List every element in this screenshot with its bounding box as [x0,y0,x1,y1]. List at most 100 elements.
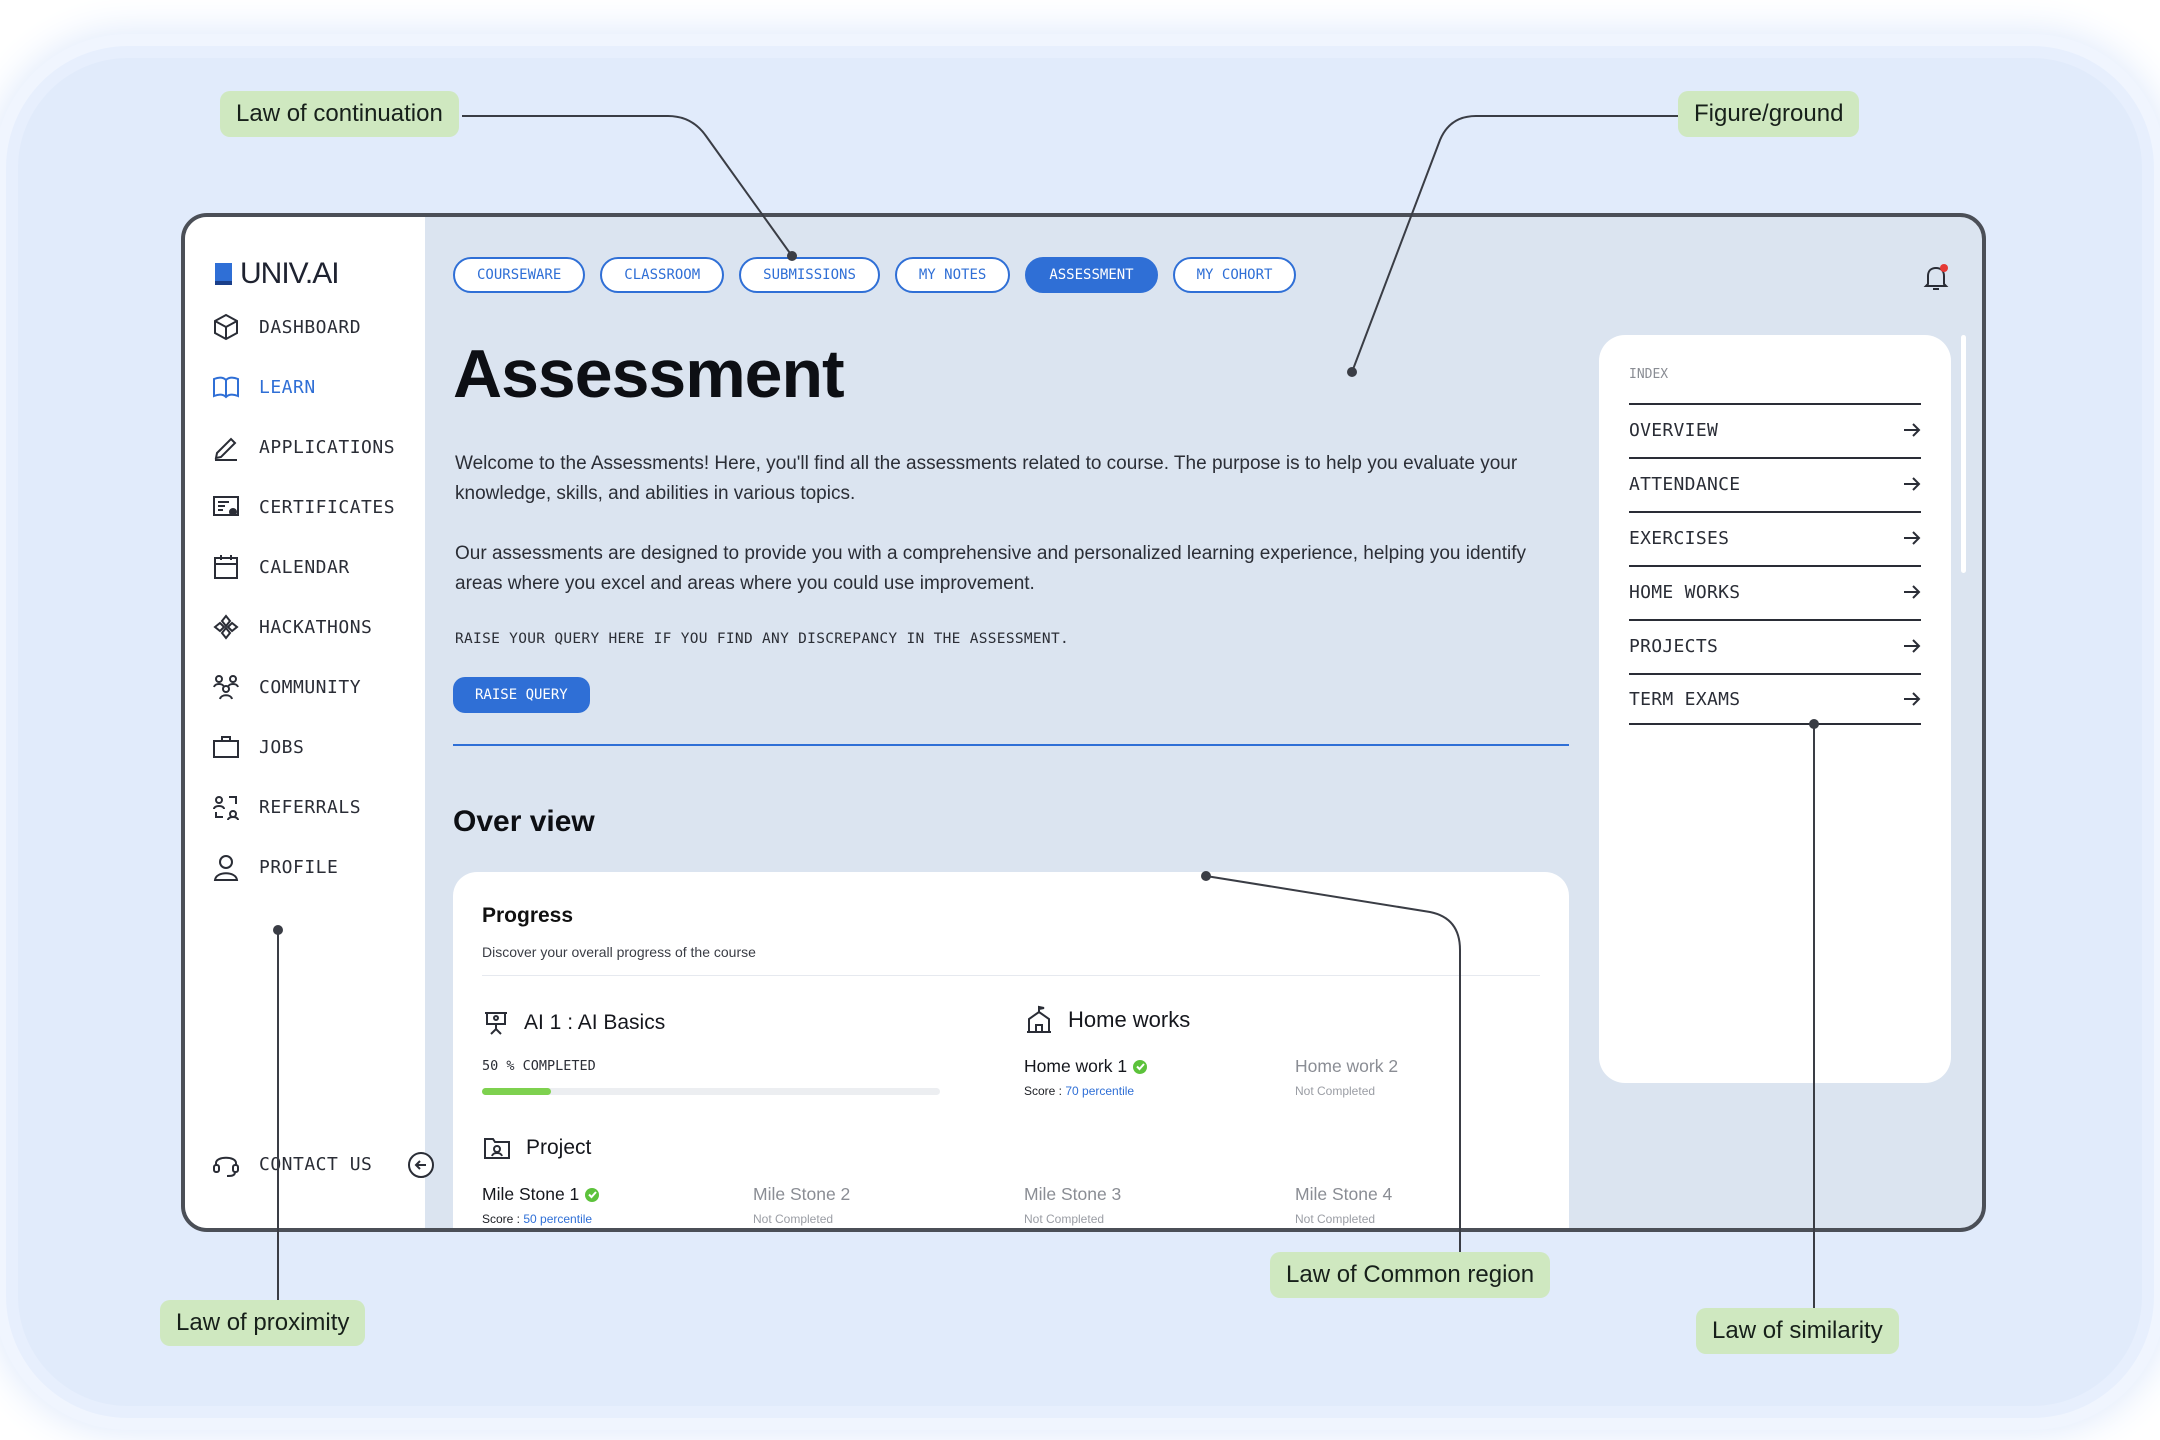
milestone-status: Not Completed [1295,1212,1376,1226]
tab-courseware[interactable]: COURSEWARE [453,257,586,293]
headset-icon [213,1156,239,1177]
sidebar-item-label: APPLICATIONS [259,436,396,458]
sidebar-item-label: JOBS [259,736,305,758]
school-icon [1027,1005,1051,1033]
annotation-similarity: Law of similarity [1696,1308,1899,1354]
annotation-proximity: Law of proximity [160,1300,366,1346]
sidebar-item-hackathons[interactable]: HACKATHONS [211,597,395,657]
index-item-exercises[interactable]: EXERCISES [1629,511,1921,563]
top-tabs: COURSEWARE CLASSROOM SUBMISSIONS MY NOTE… [453,257,1297,293]
score-value[interactable]: 70 percentile [1065,1084,1134,1098]
hackathon-icon [213,614,239,640]
sidebar-item-label: LEARN [259,376,316,398]
referral-icon [213,796,239,821]
index-item-overview[interactable]: OVERVIEW [1629,403,1921,455]
milestone-name: Mile Stone 3 [1024,1184,1122,1204]
score-value[interactable]: 50 percentile [523,1212,592,1226]
project-title: Project [526,1136,592,1159]
description-paragraph: Our assessments are designed to provide … [455,543,1526,594]
annotation-figure-ground: Figure/ground [1678,91,1860,137]
index-item-label: EXERCISES [1629,527,1730,549]
sidebar-item-label: CERTIFICATES [259,496,396,518]
tab-assessment[interactable]: ASSESSMENT [1025,257,1158,293]
index-item-label: PROJECTS [1629,635,1719,657]
tab-classroom[interactable]: CLASSROOM [600,257,725,293]
index-item-projects[interactable]: PROJECTS [1629,619,1921,671]
arrow-right-icon [1904,423,1921,437]
sidebar-item-learn[interactable]: LEARN [211,357,395,417]
app-window: UNIV.AI DASHBOARD LEARN APPLICATIONS CER… [181,213,1986,1232]
sidebar-item-referrals[interactable]: REFERRALS [211,777,395,837]
sidebar-item-label: COMMUNITY [259,676,362,698]
raise-query-button[interactable]: RAISE QUERY [453,677,590,713]
tab-my-cohort[interactable]: MY COHORT [1172,257,1297,293]
index-item-home-works[interactable]: HOME WORKS [1629,565,1921,617]
index-item-attendance[interactable]: ATTENDANCE [1629,457,1921,509]
milestone-item[interactable]: Mile Stone 3 Not Completed [1024,1184,1121,1226]
score-label: Score : [482,1212,524,1226]
index-item-label: ATTENDANCE [1629,473,1741,495]
progress-bar-fill [482,1088,551,1095]
index-scrollbar[interactable] [1961,335,1966,573]
sidebar-item-dashboard[interactable]: DASHBOARD [211,297,395,357]
sidebar-item-label: CALENDAR [259,556,350,578]
sidebar-item-calendar[interactable]: CALENDAR [211,537,395,597]
course-title: AI 1 : AI Basics [524,1011,666,1034]
arrow-right-icon [1904,692,1921,706]
sidebar: UNIV.AI DASHBOARD LEARN APPLICATIONS CER… [185,217,425,1228]
sidebar-item-jobs[interactable]: JOBS [211,717,395,777]
notification-bell-icon[interactable] [1920,261,1952,293]
sidebar-item-label: HACKATHONS [259,616,373,638]
progress-title: Progress [482,904,574,927]
user-icon [213,855,239,881]
index-label: INDEX [1629,367,1669,382]
annotation-common-region: Law of Common region [1270,1252,1551,1298]
overview-heading: Over view [453,805,595,838]
progress-subtitle: Discover your overall progress of the co… [482,944,756,960]
index-item-term-exams[interactable]: TERM EXAMS [1629,673,1921,725]
tab-my-notes[interactable]: MY NOTES [894,257,1011,293]
annotation-continuation: Law of continuation [220,91,459,137]
milestone-status: Not Completed [1024,1212,1105,1226]
check-icon [585,1187,600,1202]
completion-label: 50 % COMPLETED [482,1058,596,1074]
section-divider [453,744,1569,746]
sidebar-item-profile[interactable]: PROFILE [211,837,395,897]
progress-bar [482,1088,940,1095]
arrow-right-icon [1904,639,1921,653]
homework-item[interactable]: Home work 2 Not Completed [1295,1056,1398,1098]
milestone-name: Mile Stone 2 [753,1184,851,1204]
logo-mark-icon [215,263,232,285]
tab-submissions[interactable]: SUBMISSIONS [739,257,880,293]
sidebar-item-certificates[interactable]: CERTIFICATES [211,477,395,537]
course-header: AI 1 : AI Basics [482,1009,665,1037]
arrow-right-icon [1904,477,1921,491]
arrow-left-icon [414,1160,426,1170]
pencil-icon [214,437,237,461]
sidebar-item-applications[interactable]: APPLICATIONS [211,417,395,477]
check-icon [1133,1059,1148,1074]
milestone-item[interactable]: Mile Stone 2 Not Completed [753,1184,850,1226]
briefcase-icon [213,736,239,758]
milestone-item[interactable]: Mile Stone 1 Score : 50 percentile [482,1184,600,1226]
logo[interactable]: UNIV.AI [215,257,340,291]
index-list: OVERVIEW ATTENDANCE EXERCISES HOME WORKS… [1629,403,1921,727]
sidebar-item-community[interactable]: COMMUNITY [211,657,395,717]
index-item-label: OVERVIEW [1629,419,1719,441]
milestone-status: Not Completed [753,1212,834,1226]
score-label: Score : [1024,1084,1066,1098]
folder-icon [484,1138,510,1159]
milestone-item[interactable]: Mile Stone 4 Not Completed [1295,1184,1392,1226]
index-panel: INDEX OVERVIEW ATTENDANCE EXERCISES HOME… [1599,335,1951,1083]
sidebar-nav: DASHBOARD LEARN APPLICATIONS CERTIFICATE… [211,297,395,897]
cube-icon [214,313,238,341]
homework-item[interactable]: Home work 1 Score : 70 percentile [1024,1056,1148,1098]
contact-us-label: CONTACT US [259,1153,373,1175]
index-item-label: HOME WORKS [1629,581,1741,603]
collapse-sidebar-button[interactable] [408,1152,434,1178]
homework-name: Home work 2 [1295,1056,1399,1076]
community-icon [213,675,239,700]
contact-us-link[interactable]: CONTACT US [211,1149,372,1179]
homeworks-header: Home works [1024,1005,1190,1035]
query-instruction: RAISE YOUR QUERY HERE IF YOU FIND ANY DI… [455,631,1070,647]
